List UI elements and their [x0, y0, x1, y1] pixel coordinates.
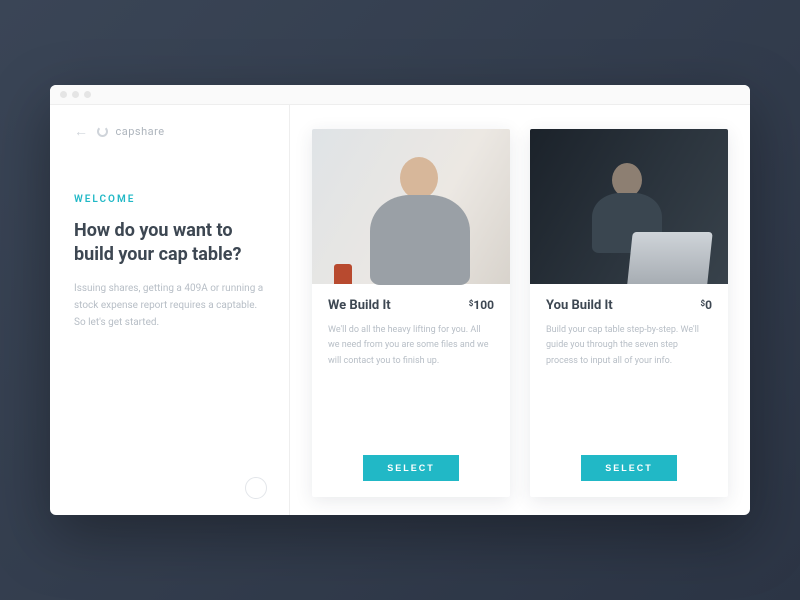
traffic-light-close[interactable]	[60, 91, 67, 98]
sidebar: ← capshare WELCOME How do you want to bu…	[50, 105, 290, 515]
traffic-light-minimize[interactable]	[72, 91, 79, 98]
card-price: $100	[469, 298, 494, 312]
page-subcopy: Issuing shares, getting a 409A or runnin…	[74, 280, 265, 331]
card-header: You Build It $0	[546, 298, 712, 313]
card-price: $0	[701, 298, 712, 312]
select-button[interactable]: SELECT	[581, 455, 677, 481]
main-panel: We Build It $100 We'll do all the heavy …	[290, 105, 750, 515]
window-titlebar	[50, 85, 750, 105]
option-card-you-build: You Build It $0 Build your cap table ste…	[530, 129, 728, 497]
pager-indicator[interactable]	[245, 477, 267, 499]
content-area: ← capshare WELCOME How do you want to bu…	[50, 105, 750, 515]
person-illustration	[612, 163, 642, 197]
app-window: ← capshare WELCOME How do you want to bu…	[50, 85, 750, 515]
card-image	[530, 129, 728, 284]
person-illustration	[370, 195, 470, 285]
person-illustration	[400, 157, 438, 199]
card-title: We Build It	[328, 298, 391, 313]
card-title: You Build It	[546, 298, 613, 313]
card-body: We Build It $100 We'll do all the heavy …	[312, 284, 510, 497]
brand-row: ← capshare	[74, 123, 265, 140]
card-description: Build your cap table step-by-step. We'll…	[546, 323, 712, 443]
traffic-light-zoom[interactable]	[84, 91, 91, 98]
card-description: We'll do all the heavy lifting for you. …	[328, 323, 494, 443]
laptop-illustration	[627, 232, 712, 284]
back-arrow-icon[interactable]: ←	[74, 123, 89, 140]
card-header: We Build It $100	[328, 298, 494, 313]
card-body: You Build It $0 Build your cap table ste…	[530, 284, 728, 497]
option-card-we-build: We Build It $100 We'll do all the heavy …	[312, 129, 510, 497]
eyebrow-label: WELCOME	[74, 194, 265, 205]
select-button[interactable]: SELECT	[363, 455, 459, 481]
cup-illustration	[334, 264, 352, 284]
card-image	[312, 129, 510, 284]
brand-logo-icon	[97, 126, 108, 137]
brand-name: capshare	[116, 125, 165, 138]
page-title: How do you want to build your cap table?	[74, 219, 265, 268]
